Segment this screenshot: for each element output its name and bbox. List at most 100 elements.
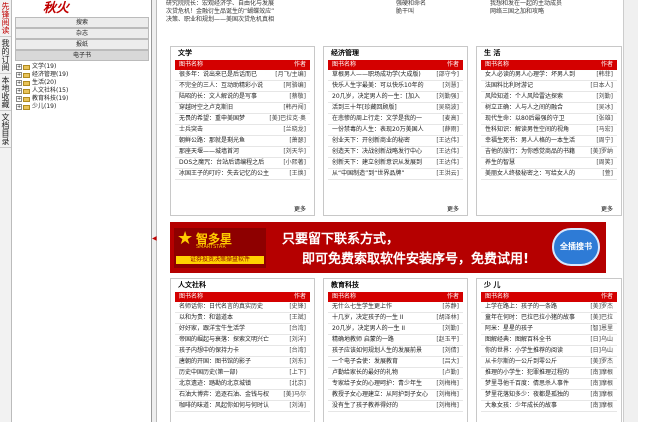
table-row[interactable]: 唐朝的开国：图书馆的影子 [刘东] — [175, 357, 310, 368]
book-title[interactable]: 一份禁毒的人生：表现20万美国人 — [332, 125, 424, 135]
panel-splitter[interactable]: ◀ — [152, 0, 157, 422]
tree-item-economics[interactable]: + 经济管理(19) — [16, 71, 151, 79]
table-row[interactable]: 阿米：星星的孩子 [智]恩里 — [481, 324, 617, 335]
table-row[interactable]: DOS之魔咒：台站后请编程之后 [小熙著] — [175, 158, 310, 169]
table-row[interactable]: 一份禁毒的人生：表现20万美国人 [薛雨] — [328, 125, 463, 136]
table-row[interactable]: 梦里寻他千百度：倩思杀人事件 [南]摩根 — [481, 379, 617, 390]
table-row[interactable]: 精确地教师 启蒙的一路 [赵玉平] — [328, 335, 463, 346]
table-row[interactable]: 那座天堰——城墙首河 [刘天华] — [175, 147, 310, 158]
more-link[interactable]: 更多 — [601, 204, 613, 213]
table-row[interactable]: 历史中国历史(第一部) [上下] — [175, 368, 310, 379]
vtab-document-catalog[interactable]: 文档目录 — [0, 111, 11, 148]
table-row[interactable]: 很多年：说出来已是后话而已 [月飞/主编] — [175, 70, 310, 81]
news-line[interactable]: 脆干叫 — [396, 8, 476, 16]
book-title[interactable]: 朝鲜公路：那就是剩光鱼 — [179, 136, 245, 146]
table-row[interactable]: 你的世界：小学生推荐的阅读 [日]乌山 — [481, 346, 617, 357]
book-title[interactable]: 梦里花落知多少：夜都是孤独的 — [485, 390, 569, 400]
book-title[interactable]: 法国料比利时游记 — [485, 81, 533, 91]
book-title[interactable]: 现代生命：以80后最强的守卫 — [485, 114, 565, 124]
table-row[interactable]: 创造天下：决战创新战略发行中心 [王达伟] — [328, 147, 463, 158]
table-row[interactable]: 20几岁，决定男人的一生：[加入 [刘勤强] — [328, 92, 463, 103]
book-title[interactable]: 教授子女心理建立：从阿护到子女心 — [332, 390, 428, 400]
book-title[interactable]: 创新天下：建立创新意识从发展到 — [332, 158, 422, 168]
table-row[interactable]: 陆昭的长：文人解说的是写事 [蔡敬] — [175, 92, 310, 103]
book-title[interactable]: 树立正确：人与人之间的融合 — [485, 103, 563, 113]
table-row[interactable]: 没有生了孩子教养得好的 [刘梅梅] — [328, 401, 463, 412]
book-title[interactable]: 在悲惨的周上行走：文学是我的一 — [332, 114, 422, 124]
tree-item-humanities[interactable]: + 人文社科(15) — [16, 87, 151, 95]
book-title[interactable]: 名师话你：日代名言的真实历史 — [179, 302, 263, 312]
table-row[interactable]: 大象女孩：少年成长的故事 [南]摩根 — [481, 401, 617, 412]
table-row[interactable]: 幸福生死书：男人人格的一本生活 [周宁] — [481, 136, 617, 147]
book-title[interactable]: 幸福生死书：男人人格的一本生活 — [485, 136, 575, 146]
vtab-pioneer-reading[interactable]: 先锋阅读 — [0, 0, 11, 37]
book-title[interactable]: 阿米：星星的孩子 — [485, 324, 533, 334]
book-title[interactable]: 图解经典：图解百科全书 — [485, 335, 551, 345]
book-title[interactable]: 咖啡的味道：风起你如何与何时认 — [179, 401, 269, 411]
book-title[interactable]: 孩子内想中的保持力卡 — [179, 346, 239, 356]
table-row[interactable]: 卢勤给家长的最好的礼物 [卢勤] — [328, 368, 463, 379]
ad-banner[interactable]: ★ 智多星 SMARTSTAR 证券投资决策操盘软件 只要留下联系方式， 即可免… — [170, 222, 606, 273]
book-title[interactable]: 养生的智慧 — [485, 158, 515, 168]
book-title[interactable]: 唐朝的开国：图书馆的影子 — [179, 357, 251, 367]
book-title[interactable]: 冰国王子的叮咛：失去记忆的公主 — [179, 169, 269, 179]
news-line[interactable]: 强硬和命名 — [396, 0, 476, 8]
book-title[interactable]: 好好家，跟洋宝牛生活学 — [179, 324, 245, 334]
news-line[interactable]: 我想和发在一起的主动成员 — [490, 0, 600, 8]
book-title[interactable]: 从“中国制造”到“世界品牌” — [332, 169, 404, 179]
table-row[interactable]: 上学在路上：孩子的一条路 [美]罗杰 — [481, 302, 617, 313]
table-row[interactable]: 士兵突击 [兰晓龙] — [175, 125, 310, 136]
table-row[interactable]: 专家给子女的心理呵护：青少年生 [刘梅梅] — [328, 379, 463, 390]
table-row[interactable]: 穿越时空之卢克斯旧 [韩丹闯] — [175, 103, 310, 114]
table-row[interactable]: 名师话你：日代名言的真实历史 [史锋] — [175, 302, 310, 313]
table-row[interactable]: 法国料比利时游记 [日本人] — [481, 81, 617, 92]
table-row[interactable]: 北京遗迹：踏勘的北京城镇 [北京] — [175, 379, 310, 390]
ad-search-button[interactable]: 全插搜书 — [552, 228, 600, 266]
book-title[interactable]: 不完全的三人：互动助精彩小说 — [179, 81, 263, 91]
book-title[interactable]: 孩子应该如何规划人生的发展前景 — [332, 346, 422, 356]
book-title[interactable]: 一个电子会使：发展教育 — [332, 357, 398, 367]
book-title[interactable]: 20几岁，决定男人的一生 II — [332, 324, 405, 334]
book-title[interactable]: 穿越时空之卢克斯旧 — [179, 103, 233, 113]
table-row[interactable]: 在悲惨的周上行走：文学是我的一 [麦高] — [328, 114, 463, 125]
book-title[interactable]: 陆昭的长：文人解说的是写事 — [179, 92, 257, 102]
book-title[interactable]: 你的世界：小学生推荐的阅读 — [485, 346, 563, 356]
tree-item-life[interactable]: + 生活(20) — [16, 79, 151, 87]
book-title[interactable]: 吉他的旅行：为你感觉商品的书籍 — [485, 147, 575, 157]
tree-item-education[interactable]: + 教育科技(19) — [16, 95, 151, 103]
news-line[interactable]: 网络三国之加和攻略 — [490, 8, 600, 16]
table-row[interactable]: 十几岁，决定孩子的一生 II [胡泽林] — [328, 313, 463, 324]
table-row[interactable]: 吉他的旅行：为你感觉商品的书籍 [美]罗纳 — [481, 147, 617, 158]
magazine-button[interactable]: 杂志 — [15, 28, 149, 39]
table-row[interactable]: 养生的智慧 [周笑] — [481, 158, 617, 169]
ebook-button[interactable]: 电子书 — [15, 50, 149, 61]
table-row[interactable]: 以和为贵：和谐道本 [王斌] — [175, 313, 310, 324]
book-title[interactable]: 卢勤给家长的最好的礼物 — [332, 368, 398, 378]
table-row[interactable]: 快乐人生字最美：可以快乐10年的 [刘慧] — [328, 81, 463, 92]
expand-icon[interactable]: + — [16, 88, 22, 94]
vtab-my-subscriptions[interactable]: 我的订阅 — [0, 37, 11, 74]
table-row[interactable]: 草根男人——职场成功学(大成版) [邵守今] — [328, 70, 463, 81]
table-row[interactable]: 从卡尔斯的一公斤到零公斤 [美]罗杰 — [481, 357, 617, 368]
more-link[interactable]: 更多 — [294, 204, 306, 213]
book-title[interactable]: 草根男人——职场成功学(大成版) — [332, 70, 421, 80]
book-title[interactable]: 童年在何时：巴拉巴拉小猪的故事 — [485, 313, 575, 323]
table-row[interactable]: 不完全的三人：互动助精彩小说 [阿骆编] — [175, 81, 310, 92]
tree-item-children[interactable]: + 少儿(19) — [16, 103, 151, 111]
table-row[interactable]: 图解经典：图解百科全书 [日]乌山 — [481, 335, 617, 346]
newspaper-button[interactable]: 报纸 — [15, 39, 149, 50]
book-title[interactable]: 那座天堰——城墙首河 — [179, 147, 239, 157]
news-line[interactable]: 研究院院长：宏观经济学、自由化与发展 — [166, 0, 316, 8]
table-row[interactable]: 现代生命：以80后最强的守卫 [张雄] — [481, 114, 617, 125]
table-row[interactable]: 美丽女人终极秘密之：写给女人的 [萱] — [481, 169, 617, 180]
book-title[interactable]: 十几岁，决定孩子的一生 II — [332, 313, 403, 323]
tree-item-literature[interactable]: + 文学(19) — [16, 63, 151, 71]
table-row[interactable]: 童年在何时：巴拉巴拉小猪的故事 [美]巴拉 — [481, 313, 617, 324]
book-title[interactable]: 创业天下：开创新商业的秘密 — [332, 136, 410, 146]
book-title[interactable]: 无畏的希望：重申美国梦 — [179, 114, 245, 124]
table-row[interactable]: 活到三十年[珍藏回顾版] [吴晓波] — [328, 103, 463, 114]
table-row[interactable]: 梦里花落知多少：夜都是孤独的 [南]摩根 — [481, 390, 617, 401]
vertical-scrollbar[interactable] — [623, 0, 638, 422]
book-title[interactable]: 20几岁，决定男人的一生：[加入 — [332, 92, 420, 102]
news-line[interactable]: 次贷危机！金融衍生品诞生的“蝴蝶效应” — [166, 8, 316, 16]
